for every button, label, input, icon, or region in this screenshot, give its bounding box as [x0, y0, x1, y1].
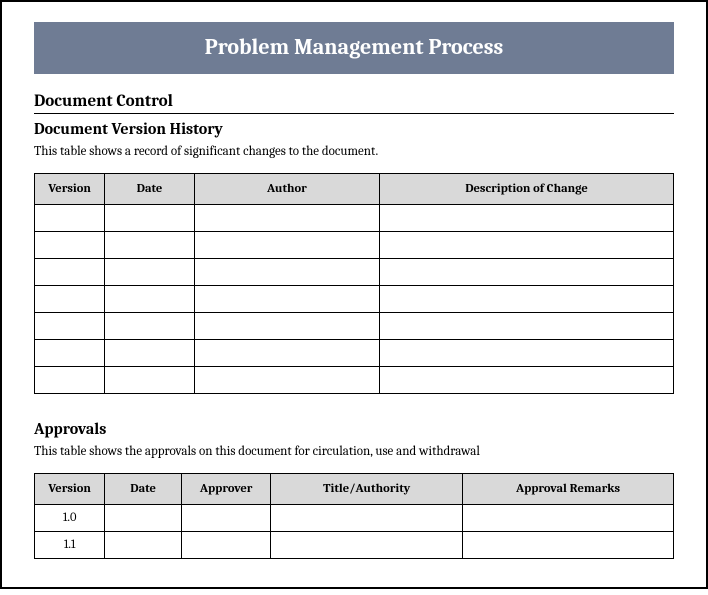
cell-version — [35, 259, 105, 286]
col-version: Version — [35, 174, 105, 205]
table-row — [35, 367, 674, 394]
table-header-row: Version Date Author Description of Chang… — [35, 174, 674, 205]
cell-desc — [380, 286, 674, 313]
table-row: 1.1 — [35, 532, 674, 559]
col-date: Date — [105, 174, 194, 205]
col-version: Version — [35, 474, 105, 505]
col-approver: Approver — [181, 474, 270, 505]
cell-date — [105, 259, 194, 286]
table-row — [35, 340, 674, 367]
cell-version — [35, 313, 105, 340]
page-inner: Problem Management Process Document Cont… — [4, 4, 704, 595]
cell-title — [271, 505, 463, 532]
cell-author — [194, 340, 379, 367]
col-author: Author — [194, 174, 379, 205]
table-version-history: Version Date Author Description of Chang… — [34, 173, 674, 394]
document-title: Problem Management Process — [205, 34, 504, 60]
cell-date — [105, 340, 194, 367]
cell-version — [35, 232, 105, 259]
cell-version — [35, 205, 105, 232]
cell-title — [271, 532, 463, 559]
table-row: 1.0 — [35, 505, 674, 532]
col-title: Title/Authority — [271, 474, 463, 505]
page: Problem Management Process Document Cont… — [0, 0, 708, 589]
table-row — [35, 313, 674, 340]
section-document-control: Document Control — [34, 92, 674, 114]
cell-version — [35, 286, 105, 313]
cell-date — [105, 532, 182, 559]
cell-desc — [380, 340, 674, 367]
heading-version-history: Document Version History — [34, 120, 674, 138]
col-date: Date — [105, 474, 182, 505]
cell-desc — [380, 205, 674, 232]
cell-desc — [380, 259, 674, 286]
cell-date — [105, 313, 194, 340]
col-desc: Description of Change — [380, 174, 674, 205]
cell-desc — [380, 232, 674, 259]
table-header-row: Version Date Approver Title/Authority Ap… — [35, 474, 674, 505]
cell-author — [194, 286, 379, 313]
cell-desc — [380, 367, 674, 394]
cell-author — [194, 367, 379, 394]
table-row — [35, 286, 674, 313]
cell-version — [35, 340, 105, 367]
table-row — [35, 259, 674, 286]
table-row — [35, 232, 674, 259]
cell-remarks — [463, 505, 674, 532]
cell-author — [194, 313, 379, 340]
cell-approver — [181, 505, 270, 532]
heading-approvals: Approvals — [34, 420, 674, 438]
table-row — [35, 205, 674, 232]
cell-version: 1.0 — [35, 505, 105, 532]
cell-date — [105, 286, 194, 313]
cell-version: 1.1 — [35, 532, 105, 559]
cell-author — [194, 259, 379, 286]
cell-date — [105, 367, 194, 394]
cell-desc — [380, 313, 674, 340]
caption-approvals: This table shows the approvals on this d… — [34, 444, 674, 459]
cell-remarks — [463, 532, 674, 559]
cell-version — [35, 367, 105, 394]
cell-author — [194, 205, 379, 232]
document-title-bar: Problem Management Process — [34, 22, 674, 74]
cell-author — [194, 232, 379, 259]
cell-date — [105, 232, 194, 259]
col-remarks: Approval Remarks — [463, 474, 674, 505]
cell-approver — [181, 532, 270, 559]
cell-date — [105, 505, 182, 532]
caption-version-history: This table shows a record of significant… — [34, 144, 674, 159]
table-approvals: Version Date Approver Title/Authority Ap… — [34, 473, 674, 559]
cell-date — [105, 205, 194, 232]
